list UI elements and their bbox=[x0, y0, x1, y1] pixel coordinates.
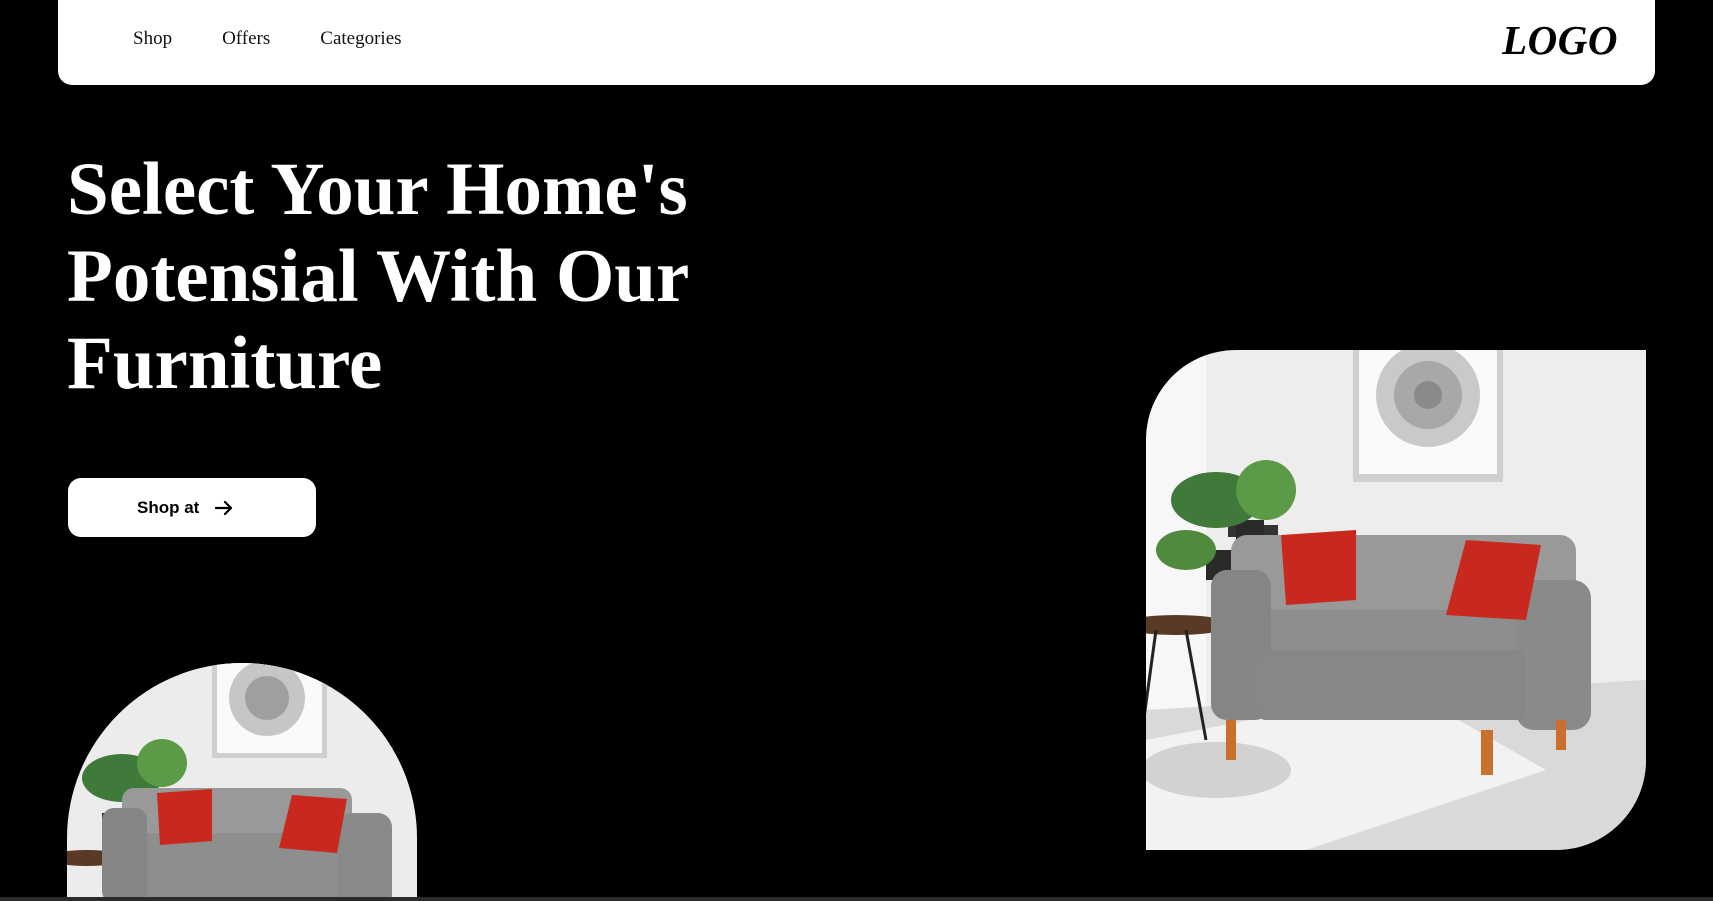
living-room-sofa-photo bbox=[1146, 350, 1646, 850]
hero-title-line-2: Potensial With Our bbox=[67, 235, 690, 318]
nav-link-categories[interactable]: Categories bbox=[320, 25, 401, 53]
nav-links: Shop Offers Categories bbox=[133, 25, 402, 53]
shop-at-button[interactable]: Shop at bbox=[68, 478, 316, 537]
living-room-sofa-photo-small bbox=[67, 663, 417, 901]
bottom-divider bbox=[0, 897, 1713, 901]
shop-at-label: Shop at bbox=[137, 497, 200, 517]
hero-title-line-1: Select Your Home's bbox=[67, 148, 688, 231]
nav-link-shop[interactable]: Shop bbox=[133, 25, 172, 53]
hero-title-line-3: Furniture bbox=[67, 322, 383, 405]
arrow-right-icon bbox=[215, 500, 233, 516]
navbar: Shop Offers Categories LOGO bbox=[58, 0, 1655, 85]
logo[interactable]: LOGO bbox=[1502, 14, 1618, 66]
nav-link-offers[interactable]: Offers bbox=[222, 25, 270, 53]
hero-title: Select Your Home's Potensial With Our Fu… bbox=[67, 146, 787, 407]
